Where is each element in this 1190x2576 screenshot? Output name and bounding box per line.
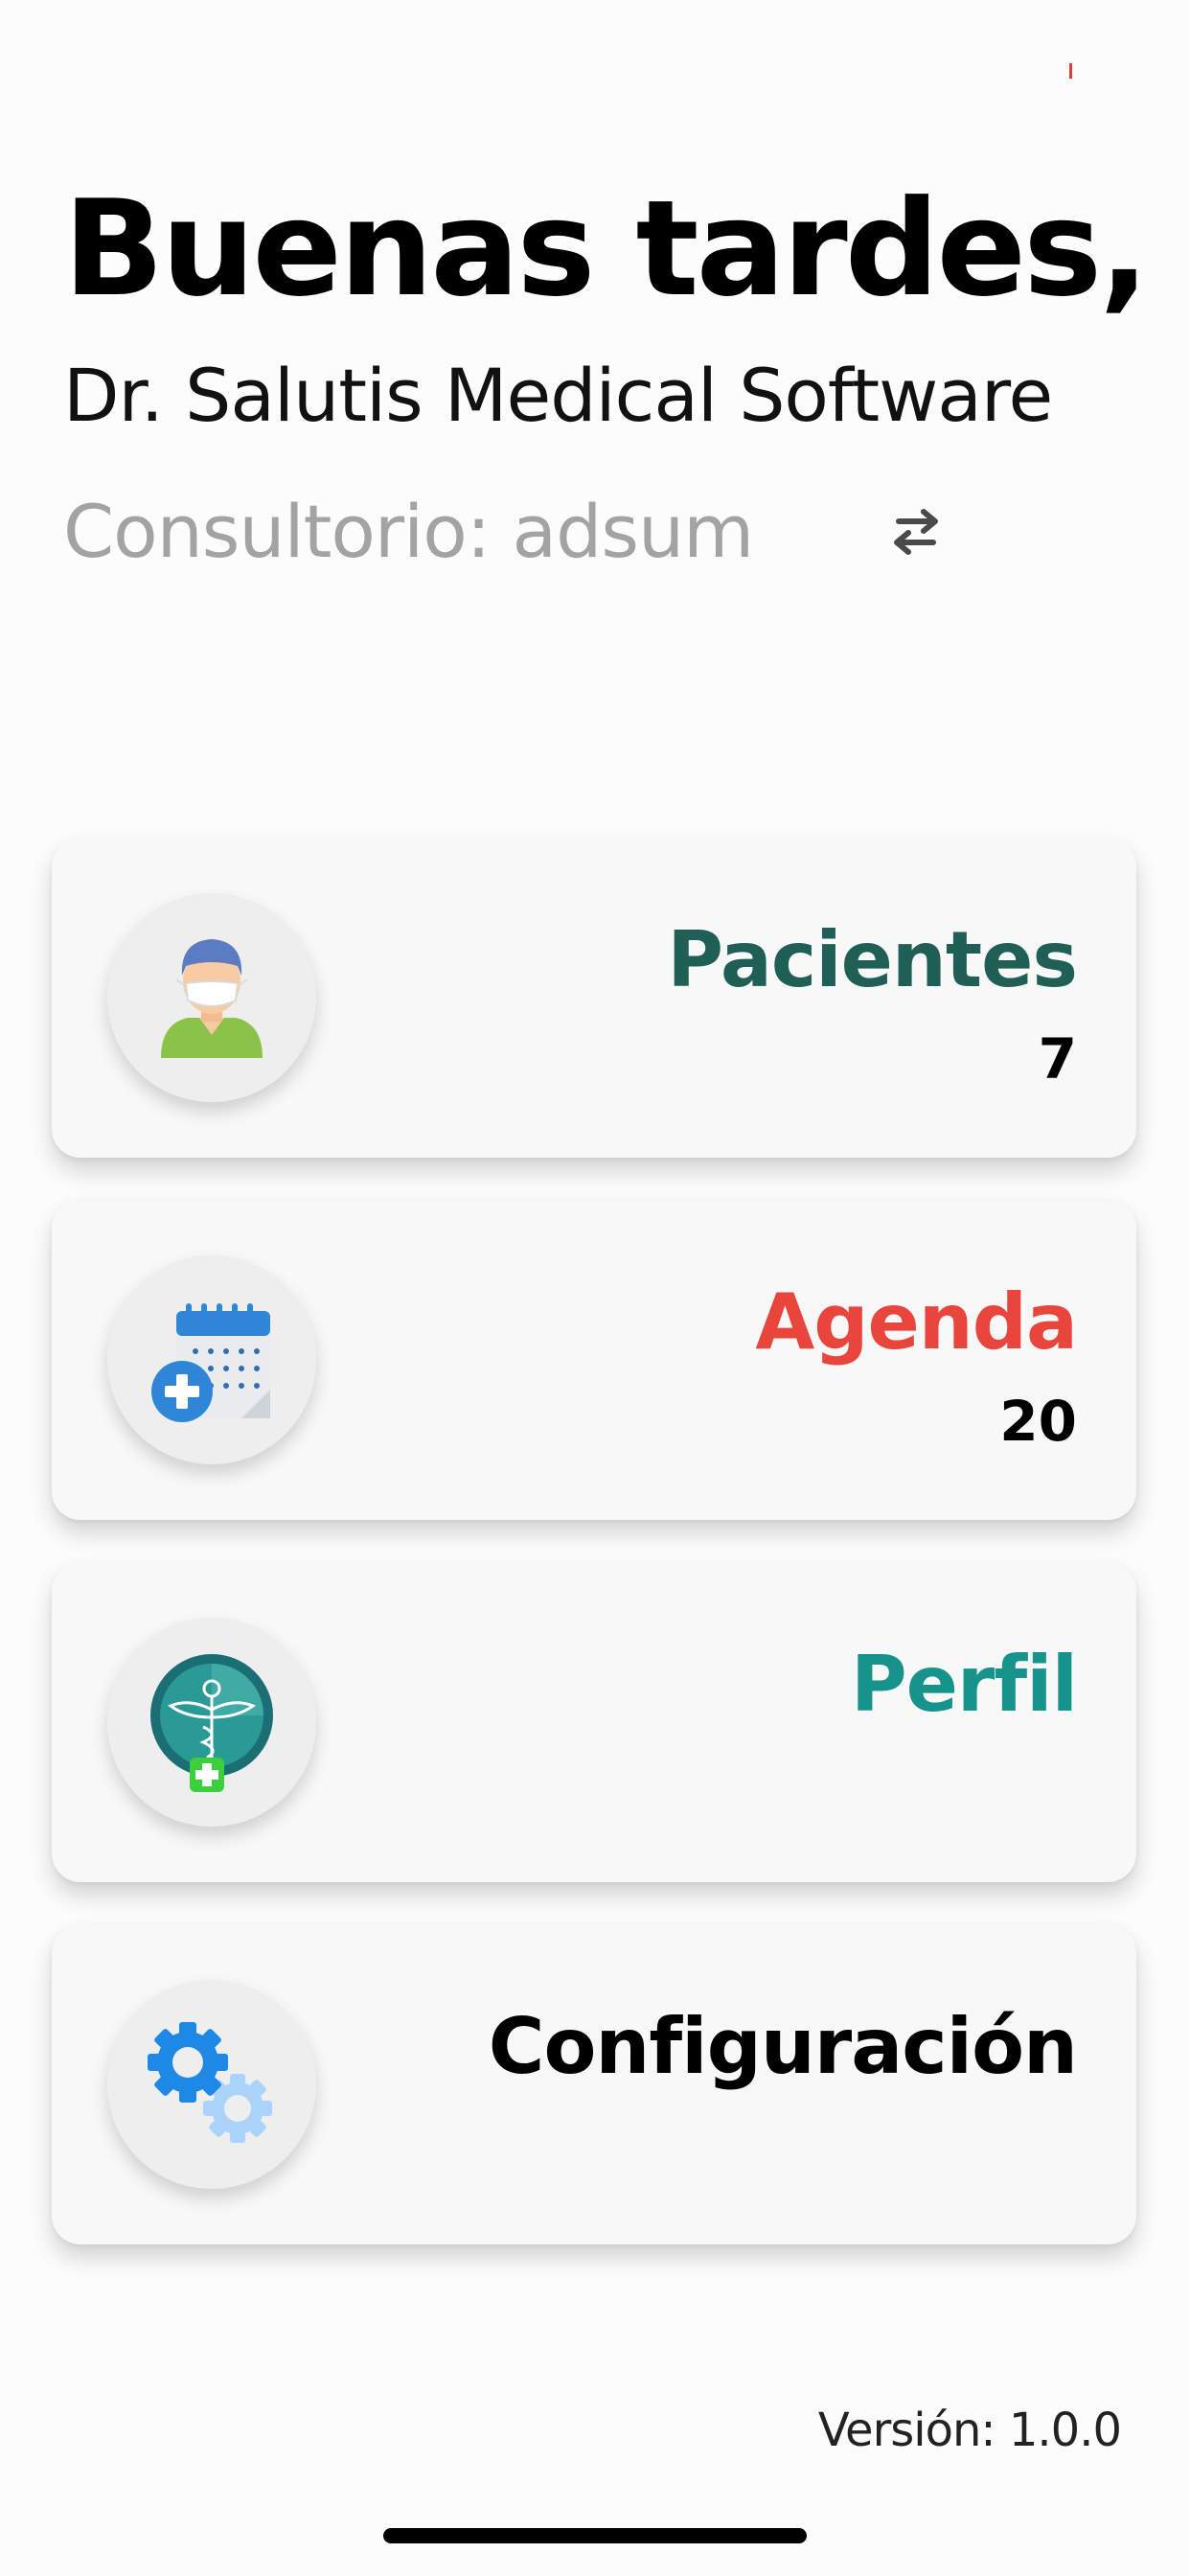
agenda-count: 20 — [999, 1389, 1077, 1454]
profile-card[interactable]: Perfil — [52, 1562, 1136, 1882]
doctor-name: Dr. Salutis Medical Software — [63, 353, 1053, 438]
home-screen: Buenas tardes, Dr. Salutis Medical Softw… — [0, 0, 1190, 2576]
patients-count: 7 — [1038, 1026, 1077, 1092]
agenda-title: Agenda — [755, 1277, 1078, 1367]
profile-title: Perfil — [851, 1640, 1078, 1729]
calendar-add-icon — [107, 1255, 316, 1464]
gears-icon — [107, 1980, 316, 2189]
patients-card[interactable]: Pacientes 7 — [52, 838, 1136, 1158]
settings-title: Configuración — [488, 2002, 1078, 2091]
greeting-heading: Buenas tardes, — [63, 172, 1150, 326]
agenda-card[interactable]: Agenda 20 — [52, 1200, 1136, 1520]
home-indicator[interactable] — [383, 2528, 807, 2543]
settings-card[interactable]: Configuración — [52, 1924, 1136, 2244]
office-label: Consultorio: adsum — [63, 489, 754, 574]
patients-title: Pacientes — [667, 915, 1078, 1004]
status-indicator — [1069, 63, 1072, 79]
doctor-avatar-icon — [107, 893, 316, 1102]
swap-arrows-icon[interactable] — [885, 508, 947, 556]
version-label: Versión: 1.0.0 — [817, 2404, 1122, 2457]
caduceus-icon — [107, 1618, 316, 1827]
